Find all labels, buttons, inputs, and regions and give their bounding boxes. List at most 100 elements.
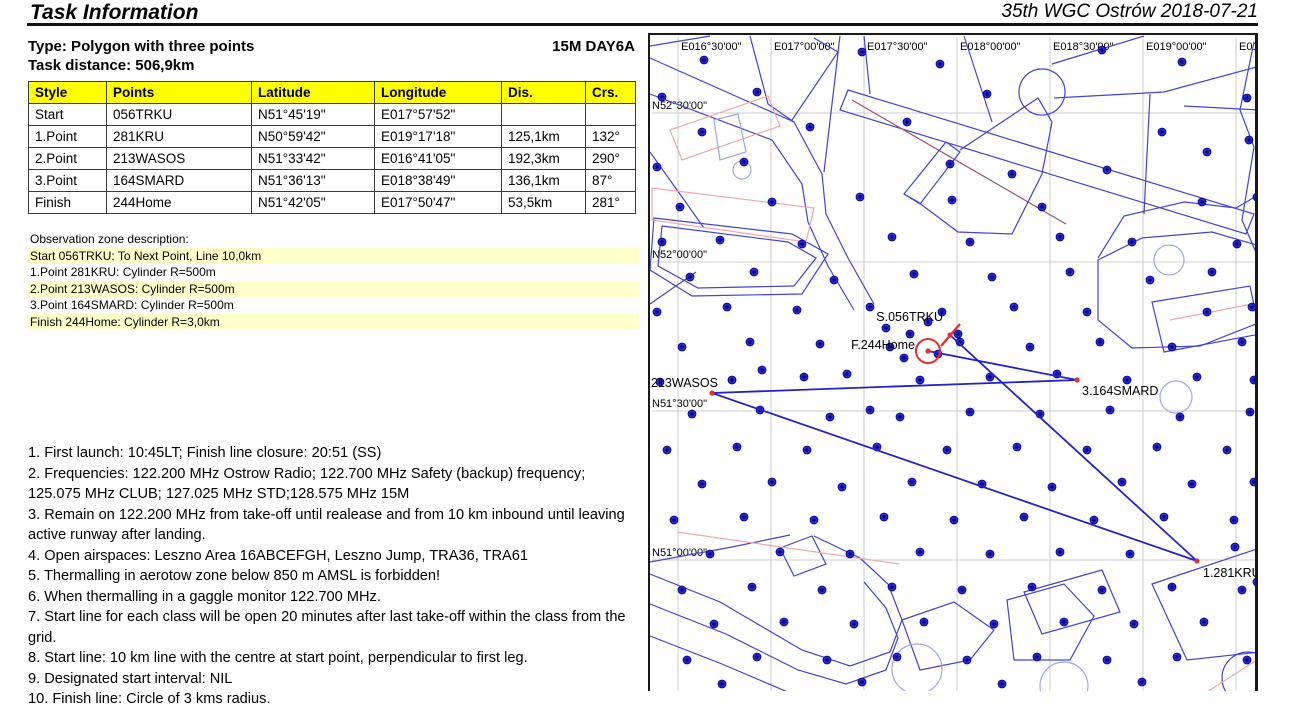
- observation-line: Start 056TRKU: To Next Point, Line 10,0k…: [28, 247, 639, 264]
- turnpoint-dot-core: [1178, 415, 1182, 419]
- turnpoint-dot-core: [1100, 588, 1104, 592]
- turnpoint-dot-core: [690, 412, 694, 416]
- table-cell: 53,5km: [501, 191, 586, 214]
- table-cell: E017°50'47": [374, 191, 502, 214]
- turnpoint-dot-core: [782, 620, 786, 624]
- turnpoint-dot-core: [1160, 130, 1164, 134]
- turnpoint-dot-core: [1155, 445, 1159, 449]
- table-cell: [501, 103, 586, 126]
- turnpoint-dot-core: [952, 518, 956, 522]
- table-header-row: Style Points Latitude Longitude Dis. Crs.: [28, 81, 636, 104]
- turnpoint-dot-core: [660, 240, 664, 244]
- turnpoint-dot-core: [1092, 518, 1096, 522]
- turnpoint-dot-core: [908, 332, 912, 336]
- airspace-shape: [1053, 66, 1255, 99]
- table-header: Longitude: [374, 81, 502, 104]
- turnpoint-dot-core: [718, 238, 722, 242]
- turnpoint-dot-core: [1248, 410, 1252, 414]
- turnpoint-dot-core: [898, 415, 902, 419]
- turnpoint-dot-core: [890, 585, 894, 589]
- turnpoint-dot-core: [700, 130, 704, 134]
- table-header: Dis.: [501, 81, 586, 104]
- turnpoint-dot-core: [968, 240, 972, 244]
- table-cell: 281°: [585, 191, 636, 214]
- table-header: Crs.: [585, 81, 636, 104]
- turnpoint-dot-core: [748, 340, 752, 344]
- turnpoint-dot-core: [858, 195, 862, 199]
- table-row: 3.Point 164SMARD N51°36'13" E018°38'49" 136,…: [28, 169, 636, 192]
- task-class: 15M DAY6A: [552, 38, 635, 55]
- turnpoint-dot-core: [655, 310, 659, 314]
- turnpoint-dot-core: [795, 308, 799, 312]
- turnpoint-dot-core: [808, 125, 812, 129]
- turnpoint-dot-core: [752, 270, 756, 274]
- table-cell: 87°: [585, 169, 636, 192]
- turnpoint-dot-core: [840, 485, 844, 489]
- airspace-shape: [1239, 41, 1255, 252]
- turnpoint-dot-core: [1062, 620, 1066, 624]
- turnpoint-dot-core: [735, 445, 739, 449]
- turnpoint-dot-core: [980, 482, 984, 486]
- waypoint-label: 213WASOS: [651, 376, 718, 390]
- turnpoint-dot-core: [770, 480, 774, 484]
- turnpoint-dot-core: [910, 480, 914, 484]
- turnpoint-dot-core: [848, 552, 852, 556]
- waypoint-label: 3.164SMARD: [1082, 384, 1158, 398]
- airspace-circle: [1159, 380, 1193, 414]
- turnpoint-dot-core: [1098, 340, 1102, 344]
- turnpoint-dot-core: [742, 160, 746, 164]
- turnpoint-dot-core: [1247, 138, 1251, 142]
- waypoint-marker: [709, 390, 715, 396]
- table-cell: 244Home: [106, 191, 252, 214]
- turnpoint-dot-core: [1202, 620, 1206, 624]
- turnpoint-dot-core: [875, 445, 879, 449]
- turnpoint-dot-core: [672, 518, 676, 522]
- turnpoint-dot-core: [1180, 60, 1184, 64]
- turnpoint-dot-core: [884, 326, 888, 330]
- turnpoint-dot-core: [1205, 310, 1209, 314]
- waypoint-label: 1.281KRU: [1203, 566, 1258, 580]
- lon-label: E016°30'00": [681, 41, 742, 53]
- turnpoint-dot-core: [950, 198, 954, 202]
- table-header: Points: [106, 81, 252, 104]
- turnpoint-dot-core: [852, 622, 856, 626]
- turnpoint-dot-core: [770, 200, 774, 204]
- turnpoint-dot-core: [965, 658, 969, 662]
- table-cell: 2.Point: [28, 147, 107, 170]
- table-row: Finish 244Home N51°42'05" E017°50'47" 53,5km…: [28, 191, 636, 214]
- turnpoint-dot-core: [655, 165, 659, 169]
- turnpoint-dot-core: [1255, 195, 1258, 198]
- turnpoint-dot-core: [948, 162, 952, 166]
- turnpoint-dot-core: [742, 515, 746, 519]
- turnpoint-dot-core: [945, 448, 949, 452]
- turnpoint-dot-core: [860, 680, 864, 684]
- turnpoint-dot-core: [1085, 448, 1089, 452]
- table-cell: 213WASOS: [106, 147, 252, 170]
- turnpoint-dot-core: [1233, 545, 1237, 549]
- airspace-shape: [676, 531, 900, 565]
- table-cell: 290°: [585, 147, 636, 170]
- airspace-shape: [650, 57, 875, 305]
- waypoint-label: F.244Home: [851, 338, 915, 352]
- turnpoint-dot-core: [992, 622, 996, 626]
- turnpoint-dot-core: [700, 482, 704, 486]
- turnpoint-dot-core: [1245, 96, 1249, 100]
- table-cell: 125,1km: [501, 125, 586, 148]
- waypoint-marker: [925, 348, 931, 354]
- table-cell: N51°42'05": [251, 191, 375, 214]
- note-item: 9. Designated start interval: NIL: [28, 670, 233, 687]
- turnpoint-dot-core: [1010, 172, 1014, 176]
- turnpoint-dot-core: [678, 205, 682, 209]
- turnpoint-dot-core: [960, 588, 964, 592]
- turnpoint-dot-core: [1235, 242, 1239, 246]
- notes-section: 1. First launch: 10:45LT; Finish line cl…: [28, 443, 640, 710]
- table-cell: Start: [28, 103, 107, 126]
- observation-line: 3.Point 164SMARD: Cylinder R=500m: [30, 298, 234, 312]
- airspace-circle: [1018, 68, 1066, 116]
- note-item: 4. Open airspaces: Leszno Area 16ABCEFGH…: [28, 547, 528, 564]
- turnpoint-dot-core: [1190, 482, 1194, 486]
- airspace-circle: [1153, 244, 1185, 276]
- table-cell: E018°38'49": [374, 169, 502, 192]
- turnpoint-dot-core: [1132, 622, 1136, 626]
- turnpoint-dot-core: [1210, 270, 1214, 274]
